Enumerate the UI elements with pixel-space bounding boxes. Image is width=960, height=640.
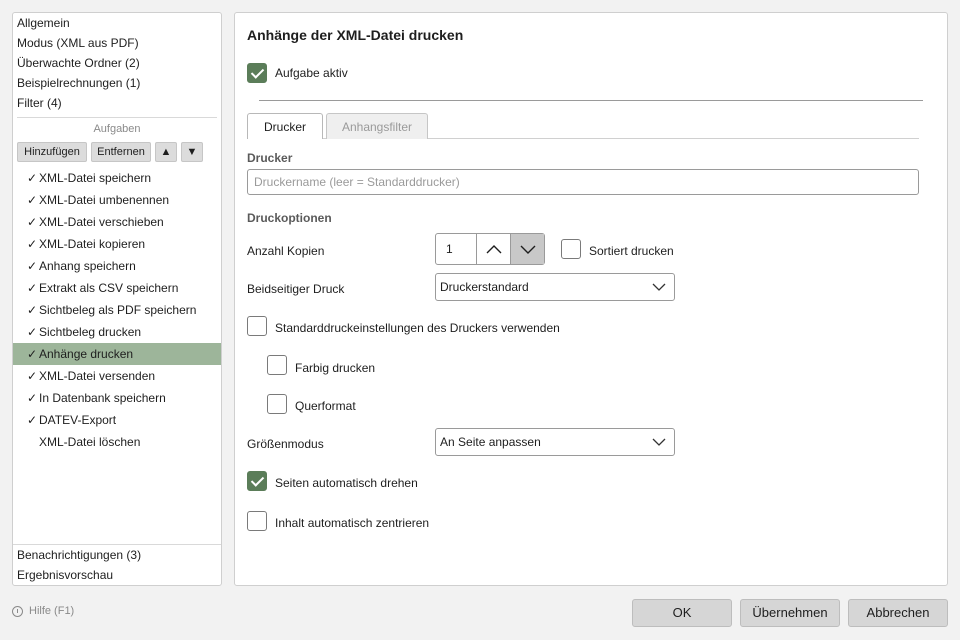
chevron-up-icon[interactable] xyxy=(476,234,510,264)
check-icon: ✓ xyxy=(26,281,38,295)
copies-value[interactable]: 1 xyxy=(446,234,453,264)
sidebar: Allgemein Modus (XML aus PDF) Überwachte… xyxy=(12,12,222,586)
sidebar-divider xyxy=(17,117,217,118)
task-label: XML-Datei löschen xyxy=(39,435,141,449)
task-active-label: Aufgabe aktiv xyxy=(275,66,348,80)
tab-printer[interactable]: Drucker xyxy=(247,113,323,139)
sidebar-item-general[interactable]: Allgemein xyxy=(17,13,70,33)
check-icon: ✓ xyxy=(26,237,38,251)
landscape-label: Querformat xyxy=(295,399,356,413)
check-icon: ✓ xyxy=(26,325,38,339)
check-icon: ✓ xyxy=(26,413,38,427)
task-label: In Datenbank speichern xyxy=(39,391,166,405)
copies-stepper[interactable]: 1 xyxy=(435,233,545,265)
task-active-checkbox[interactable] xyxy=(247,63,267,83)
ok-button[interactable]: OK xyxy=(632,599,732,627)
duplex-value: Druckerstandard xyxy=(440,280,529,294)
task-label: XML-Datei speichern xyxy=(39,171,152,185)
cancel-button[interactable]: Abbrechen xyxy=(848,599,948,627)
task-item[interactable]: XML-Datei löschen xyxy=(13,431,221,453)
check-icon: ✓ xyxy=(26,215,38,229)
task-item[interactable]: ✓ XML-Datei umbenennen xyxy=(13,189,221,211)
check-icon: ✓ xyxy=(26,303,38,317)
task-label: XML-Datei umbenennen xyxy=(39,193,170,207)
task-label: Anhänge drucken xyxy=(39,347,134,361)
check-icon: ✓ xyxy=(26,193,38,207)
task-label: Sichtbeleg als PDF speichern xyxy=(39,303,197,317)
size-mode-label: Größenmodus xyxy=(247,437,324,451)
task-item[interactable]: ✓ Sichtbeleg drucken xyxy=(13,321,221,343)
auto-rotate-label: Seiten automatisch drehen xyxy=(275,476,418,490)
task-item[interactable]: ✓ XML-Datei versenden xyxy=(13,365,221,387)
remove-task-button[interactable]: Entfernen xyxy=(91,142,151,162)
printer-name-input[interactable]: Druckername (leer = Standarddrucker) xyxy=(247,169,919,195)
check-icon: ✓ xyxy=(26,259,38,273)
check-icon: ✓ xyxy=(26,347,38,361)
task-label: XML-Datei versenden xyxy=(39,369,156,383)
task-label: DATEV-Export xyxy=(39,413,117,427)
sidebar-item-mode[interactable]: Modus (XML aus PDF) xyxy=(17,33,139,53)
copies-label: Anzahl Kopien xyxy=(247,244,325,258)
use-printer-defaults-label: Standarddruckeinstellungen des Druckers … xyxy=(275,321,560,335)
sidebar-item-sample-invoices[interactable]: Beispielrechnungen (1) xyxy=(17,73,140,93)
help-icon xyxy=(12,606,23,617)
task-item-selected[interactable]: ✓ Anhänge drucken xyxy=(13,343,221,365)
check-icon: ✓ xyxy=(26,391,38,405)
chevron-down-icon[interactable] xyxy=(510,234,544,264)
auto-center-label: Inhalt automatisch zentrieren xyxy=(275,516,430,530)
task-label: Extrakt als CSV speichern xyxy=(39,281,179,295)
divider xyxy=(259,100,923,101)
printer-section-title: Drucker xyxy=(247,151,293,165)
task-item[interactable]: ✓ In Datenbank speichern xyxy=(13,387,221,409)
auto-center-checkbox[interactable] xyxy=(247,511,267,531)
duplex-label: Beidseitiger Druck xyxy=(247,282,345,296)
task-item[interactable]: ✓ Sichtbeleg als PDF speichern xyxy=(13,299,221,321)
check-icon: ✓ xyxy=(26,171,38,185)
apply-button[interactable]: Übernehmen xyxy=(740,599,840,627)
help-label: Hilfe (F1) xyxy=(29,605,75,617)
page-title: Anhänge der XML-Datei drucken xyxy=(247,27,464,43)
task-item[interactable]: ✓ Anhang speichern xyxy=(13,255,221,277)
move-down-button[interactable]: ▼ xyxy=(181,142,203,162)
size-mode-select[interactable]: An Seite anpassen xyxy=(435,428,675,456)
sidebar-item-watched-folders[interactable]: Überwachte Ordner (2) xyxy=(17,53,140,73)
print-options-section-title: Druckoptionen xyxy=(247,211,332,225)
task-label: XML-Datei kopieren xyxy=(39,237,146,251)
size-mode-value: An Seite anpassen xyxy=(440,435,541,449)
task-label: Sichtbeleg drucken xyxy=(39,325,142,339)
collate-checkbox[interactable] xyxy=(561,239,581,259)
collate-label: Sortiert drucken xyxy=(589,244,674,258)
landscape-checkbox[interactable] xyxy=(267,394,287,414)
chevron-down-icon xyxy=(652,438,666,446)
task-item[interactable]: ✓ XML-Datei kopieren xyxy=(13,233,221,255)
auto-rotate-checkbox[interactable] xyxy=(247,471,267,491)
sidebar-item-result-preview[interactable]: Ergebnisvorschau xyxy=(17,565,113,585)
tab-attachment-filter[interactable]: Anhangsfilter xyxy=(326,113,428,139)
color-print-label: Farbig drucken xyxy=(295,361,376,375)
task-label: XML-Datei verschieben xyxy=(39,215,164,229)
task-item[interactable]: ✓ XML-Datei speichern xyxy=(13,167,221,189)
move-up-button[interactable]: ▲ xyxy=(155,142,177,162)
task-item[interactable]: ✓ Extrakt als CSV speichern xyxy=(13,277,221,299)
duplex-select[interactable]: Druckerstandard xyxy=(435,273,675,301)
use-printer-defaults-checkbox[interactable] xyxy=(247,316,267,336)
color-print-checkbox[interactable] xyxy=(267,355,287,375)
sidebar-item-filter[interactable]: Filter (4) xyxy=(17,93,62,113)
main-panel: Anhänge der XML-Datei drucken Aufgabe ak… xyxy=(234,12,948,586)
task-label: Anhang speichern xyxy=(39,259,136,273)
sidebar-item-notifications[interactable]: Benachrichtigungen (3) xyxy=(17,545,141,565)
tasks-heading: Aufgaben xyxy=(93,123,141,135)
add-task-button[interactable]: Hinzufügen xyxy=(17,142,87,162)
task-item[interactable]: ✓ XML-Datei verschieben xyxy=(13,211,221,233)
chevron-down-icon xyxy=(652,283,666,291)
task-item[interactable]: ✓ DATEV-Export xyxy=(13,409,221,431)
check-icon: ✓ xyxy=(26,369,38,383)
